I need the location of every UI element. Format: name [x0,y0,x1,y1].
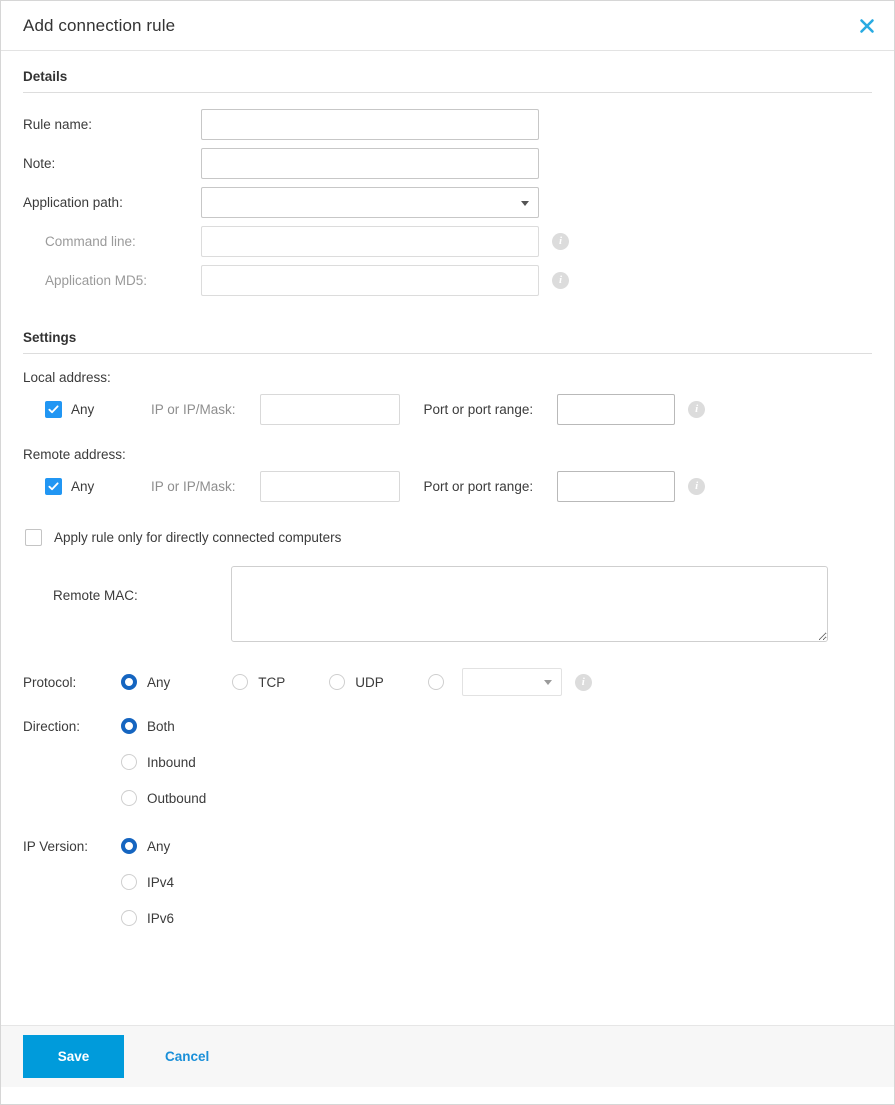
chevron-down-icon [544,680,552,685]
application-path-row: Application path: [23,183,872,222]
protocol-option-any-label: Any [147,675,170,690]
local-port-input[interactable] [557,394,675,425]
remote-ip-label: IP or IP/Mask: [151,479,236,494]
protocol-option-tcp-label: TCP [258,675,285,690]
info-icon[interactable]: i [688,401,705,418]
apply-rule-label: Apply rule only for directly connected c… [54,530,341,545]
ip-version-option-ipv6-label: IPv6 [147,911,174,926]
local-any-label: Any [71,402,151,417]
add-connection-rule-dialog: Add connection rule Details Rule name: N… [0,0,895,1105]
local-port-label: Port or port range: [424,402,534,417]
save-button[interactable]: Save [23,1035,124,1078]
remote-port-input[interactable] [557,471,675,502]
direction-option-outbound-label: Outbound [147,791,206,806]
direction-option-both-label: Both [147,719,175,734]
footer-spacer [1,1087,894,1104]
direction-option-inbound-label: Inbound [147,755,196,770]
local-any-checkbox[interactable] [45,401,62,418]
apply-rule-checkbox[interactable] [25,529,42,546]
protocol-radio-any[interactable] [121,674,137,690]
application-md5-input[interactable] [201,265,539,296]
dialog-title: Add connection rule [1,16,175,36]
rule-name-row: Rule name: [23,105,872,144]
rule-name-input[interactable] [201,109,539,140]
note-row: Note: [23,144,872,183]
remote-port-label: Port or port range: [424,479,534,494]
application-md5-row: Application MD5: i [23,261,872,300]
ip-version-option-ipv4-label: IPv4 [147,875,174,890]
note-label: Note: [23,156,201,171]
ip-version-radio-ipv6[interactable] [121,910,137,926]
remote-address-heading: Remote address: [23,431,872,464]
dialog-body: Details Rule name: Note: Application pat… [1,51,894,1039]
settings-section-title: Settings [23,300,872,353]
ip-version-radio-any[interactable] [121,838,137,854]
rule-name-label: Rule name: [23,117,201,132]
direction-radio-both[interactable] [121,718,137,734]
application-path-label: Application path: [23,195,201,210]
direction-inbound-row: Inbound [23,744,872,780]
remote-address-row: Any IP or IP/Mask: Port or port range: i [23,464,872,508]
local-address-row: Any IP or IP/Mask: Port or port range: i [23,387,872,431]
local-ip-label: IP or IP/Mask: [151,402,236,417]
protocol-radio-udp[interactable] [329,674,345,690]
info-icon[interactable]: i [575,674,592,691]
remote-any-label: Any [71,479,151,494]
application-path-select[interactable] [201,187,539,218]
apply-rule-row[interactable]: Apply rule only for directly connected c… [23,516,872,558]
direction-label: Direction: [23,719,121,734]
protocol-row: Protocol: Any TCP UDP i [23,664,872,700]
direction-radio-inbound[interactable] [121,754,137,770]
command-line-row: Command line: i [23,222,872,261]
details-section-title: Details [23,51,872,92]
cancel-button[interactable]: Cancel [159,1048,215,1065]
command-line-input[interactable] [201,226,539,257]
protocol-custom-select[interactable] [462,668,562,696]
chevron-down-icon [521,201,529,206]
dialog-titlebar: Add connection rule [1,1,894,51]
ip-version-radio-ipv4[interactable] [121,874,137,890]
protocol-radio-custom[interactable] [428,674,444,690]
dialog-footer: Save Cancel [1,1025,894,1087]
remote-mac-row: Remote MAC: [23,566,872,642]
local-address-heading: Local address: [23,354,872,387]
note-input[interactable] [201,148,539,179]
remote-ip-input[interactable] [260,471,400,502]
direction-outbound-row: Outbound [23,780,872,816]
ip-version-ipv6-row: IPv6 [23,900,872,936]
remote-mac-label: Remote MAC: [23,566,231,603]
protocol-option-udp-label: UDP [355,675,384,690]
direction-radio-outbound[interactable] [121,790,137,806]
info-icon[interactable]: i [552,272,569,289]
ip-version-row: IP Version: Any [23,828,872,864]
protocol-radio-tcp[interactable] [232,674,248,690]
remote-mac-textarea[interactable] [231,566,828,642]
ip-version-label: IP Version: [23,839,121,854]
ip-version-option-any-label: Any [147,839,170,854]
info-icon[interactable]: i [552,233,569,250]
direction-row: Direction: Both [23,708,872,744]
application-md5-label: Application MD5: [23,273,201,288]
ip-version-ipv4-row: IPv4 [23,864,872,900]
close-icon[interactable] [854,13,880,39]
info-icon[interactable]: i [688,478,705,495]
local-ip-input[interactable] [260,394,400,425]
protocol-label: Protocol: [23,675,121,690]
command-line-label: Command line: [23,234,201,249]
remote-any-checkbox[interactable] [45,478,62,495]
